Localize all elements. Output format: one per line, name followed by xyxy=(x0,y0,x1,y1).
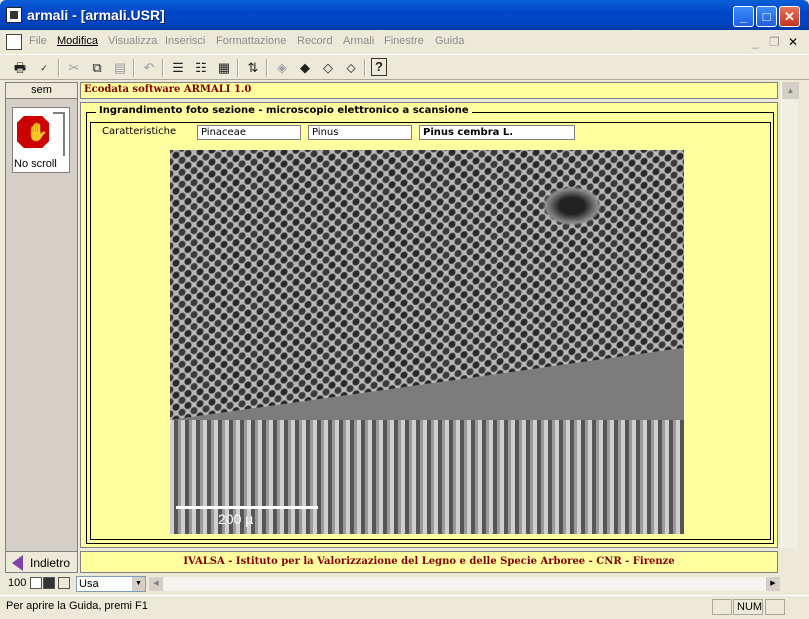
menu-armali[interactable]: Armali xyxy=(343,35,374,47)
scroll-bracket-icon xyxy=(53,112,65,156)
print-icon[interactable]: 🖶 xyxy=(10,58,30,78)
back-arrow-icon xyxy=(12,555,23,571)
mdi-close-icon[interactable]: ✕ xyxy=(788,35,798,49)
menu-finestre[interactable]: Finestre xyxy=(384,35,424,47)
chevron-down-icon[interactable]: ▼ xyxy=(132,577,145,591)
resin-canal xyxy=(542,186,602,226)
characteristics-label: Caratteristiche xyxy=(102,126,177,137)
document-icon[interactable] xyxy=(6,34,22,50)
status-pane-num: NUM xyxy=(733,599,763,615)
status-text: Per aprire la Guida, premi F1 xyxy=(6,600,148,612)
app-header-title: Ecodata software ARMALI 1.0 xyxy=(84,84,252,95)
sort-icon[interactable]: ⇅ xyxy=(243,58,263,78)
cross-section-surface xyxy=(170,150,684,420)
app-header: Ecodata software ARMALI 1.0 xyxy=(80,82,778,99)
usa-select[interactable]: Usa ▼ xyxy=(76,576,146,592)
filter-records-icon[interactable]: ☷ xyxy=(191,58,211,78)
menu-guida[interactable]: Guida xyxy=(435,35,464,47)
spellcheck-icon[interactable]: ✓ xyxy=(34,58,54,78)
edit-filter-icon[interactable]: ◇ xyxy=(318,58,338,78)
undo-icon[interactable]: ↶ xyxy=(139,58,159,78)
footer-text: IVALSA - Istituto per la Valorizzazione … xyxy=(183,556,675,567)
table-icon[interactable]: ▦ xyxy=(214,58,234,78)
scroll-right-icon[interactable]: ▶ xyxy=(766,577,780,591)
genus-field[interactable]: Pinus xyxy=(308,125,412,140)
minimize-button[interactable]: _ xyxy=(733,6,754,27)
stop-hand-icon: ✋ xyxy=(15,114,51,150)
toolbar-separator xyxy=(162,59,164,77)
sem-micrograph-image: 200 µ xyxy=(170,150,684,534)
scale-bar xyxy=(176,506,318,509)
zoom-in-icon[interactable] xyxy=(43,577,55,589)
family-field[interactable]: Pinaceae xyxy=(197,125,301,140)
menu-formattazione[interactable]: Formattazione xyxy=(216,35,286,47)
species-field[interactable]: Pinus cembra L. xyxy=(419,125,575,140)
status-pane-scroll xyxy=(765,599,785,615)
toolbar-separator xyxy=(237,59,239,77)
scale-bar-label: 200 µ xyxy=(218,511,254,527)
toolbar-separator xyxy=(58,59,60,77)
no-scroll-button[interactable]: ✋ No scroll xyxy=(12,107,70,173)
copy-icon[interactable]: ⧉ xyxy=(87,58,107,78)
status-pane-caps xyxy=(712,599,732,615)
no-scroll-label: No scroll xyxy=(14,158,57,170)
menu-visualizza[interactable]: Visualizza xyxy=(108,35,157,47)
toolbar-separator xyxy=(266,59,268,77)
title-bar: armali - [armali.USR] _ □ ✕ xyxy=(0,0,809,30)
zoom-out-icon[interactable] xyxy=(30,577,42,589)
menu-bar: File Modifica Visualizza Inserisci Forma… xyxy=(0,32,809,52)
usa-select-value: Usa xyxy=(79,578,99,590)
groupbox-title: Ingrandimento foto sezione - microscopio… xyxy=(96,105,472,116)
zoom-level: 100 xyxy=(8,577,27,589)
institution-footer: IVALSA - Istituto per la Valorizzazione … xyxy=(80,551,778,573)
maximize-button[interactable]: □ xyxy=(756,6,777,27)
remove-filter-icon[interactable]: ⬦ xyxy=(341,58,361,78)
filter-icon[interactable]: ◈ xyxy=(272,58,292,78)
scroll-up-icon[interactable]: ▲ xyxy=(782,82,799,99)
menu-file[interactable]: File xyxy=(29,35,47,47)
vertical-scrollbar[interactable]: ▲ xyxy=(781,82,799,548)
menu-record[interactable]: Record xyxy=(297,35,332,47)
window-title: armali - [armali.USR] xyxy=(27,7,165,23)
mdi-minimize-icon[interactable]: _ xyxy=(752,35,759,49)
close-button[interactable]: ✕ xyxy=(779,6,800,27)
toolbar: 🖶 ✓ ✂ ⧉ ▤ ↶ ☰ ☷ ▦ ⇅ ◈ ◆ ◇ ⬦ ? xyxy=(0,54,809,80)
cut-icon[interactable]: ✂ xyxy=(64,58,84,78)
toolbar-separator xyxy=(133,59,135,77)
bottom-controls: 100 Usa ▼ ◀ ▶ xyxy=(0,575,809,593)
scroll-left-icon[interactable]: ◀ xyxy=(149,577,163,591)
help-icon[interactable]: ? xyxy=(371,58,387,76)
app-icon[interactable] xyxy=(6,7,22,23)
view-mode-icon[interactable] xyxy=(58,577,70,589)
horizontal-scrollbar[interactable]: ◀ ▶ xyxy=(149,577,780,591)
back-button[interactable]: Indietro xyxy=(5,551,78,573)
menu-inserisci[interactable]: Inserisci xyxy=(165,35,205,47)
back-label: Indietro xyxy=(30,556,71,570)
menu-modifica[interactable]: Modifica xyxy=(57,35,98,47)
paste-icon[interactable]: ▤ xyxy=(110,58,130,78)
records-icon[interactable]: ☰ xyxy=(168,58,188,78)
status-bar: Per aprire la Guida, premi F1 NUM xyxy=(0,595,809,619)
mdi-restore-icon[interactable]: ❐ xyxy=(769,35,780,49)
sem-tab[interactable]: sem xyxy=(5,82,78,99)
toolbar-separator xyxy=(364,59,366,77)
apply-filter-icon[interactable]: ◆ xyxy=(295,58,315,78)
